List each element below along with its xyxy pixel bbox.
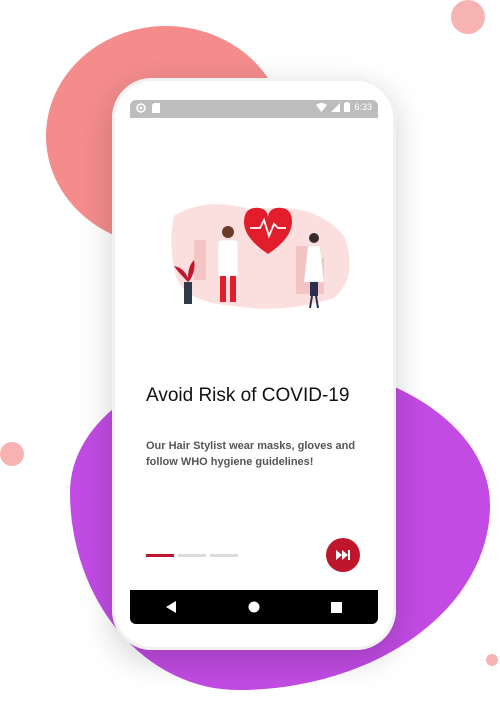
status-time: 6:33 (354, 102, 372, 112)
decorative-dot (486, 654, 498, 666)
phone-screen: 6:33 Avoid Risk of COVID-19 Our Hair Sty… (130, 100, 378, 624)
sd-card-icon (152, 103, 160, 113)
page-indicator (146, 554, 238, 557)
fast-forward-icon (336, 550, 350, 560)
nav-home-button[interactable] (239, 597, 269, 617)
nav-back-button[interactable] (156, 597, 186, 617)
back-icon (166, 601, 177, 613)
onboarding-title: Avoid Risk of COVID-19 (146, 385, 350, 406)
nav-recents-button[interactable] (322, 597, 352, 617)
skip-next-button[interactable] (326, 538, 360, 572)
page-indicator-dot-active (146, 554, 174, 557)
home-icon (248, 601, 260, 613)
settings-icon (136, 103, 146, 113)
phone-frame: 6:33 Avoid Risk of COVID-19 Our Hair Sty… (112, 78, 396, 650)
decorative-dot (451, 0, 485, 34)
signal-icon (331, 102, 341, 112)
recents-icon (331, 601, 343, 613)
status-bar: 6:33 (130, 100, 378, 118)
decorative-dot (0, 442, 24, 466)
wifi-icon (316, 102, 328, 112)
doctors-heart-illustration (171, 204, 350, 309)
page-indicator-dot (210, 554, 238, 557)
system-navigation-bar (130, 590, 378, 624)
onboarding-subtitle: Our Hair Stylist wear masks, gloves and … (146, 440, 356, 468)
page-indicator-dot (178, 554, 206, 557)
battery-icon (344, 102, 351, 112)
